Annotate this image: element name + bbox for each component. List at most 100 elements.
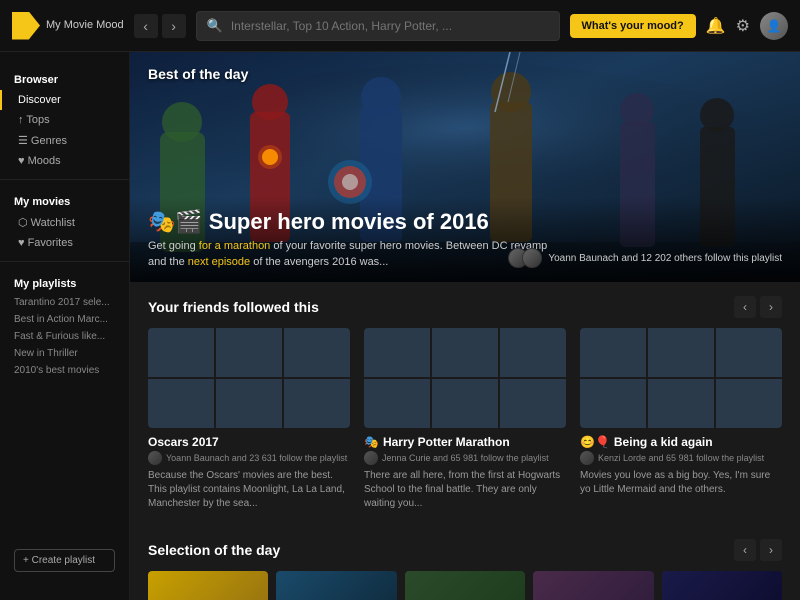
oscars-thumb-2 xyxy=(216,328,282,377)
movie-thumb-1[interactable] xyxy=(148,571,268,600)
sidebar-item-tops[interactable]: ↑ Tops xyxy=(0,110,129,130)
movie-thumb-5[interactable] xyxy=(662,571,782,600)
hero-title-text: Super hero movies of 2016 xyxy=(209,209,489,235)
discover-label: Discover xyxy=(18,94,61,106)
selection-nav-prev[interactable]: ‹ xyxy=(734,539,756,561)
kid-follower-avatar xyxy=(580,451,594,465)
friends-nav-next[interactable]: › xyxy=(760,296,782,318)
playlist-card-kid[interactable]: 😊🎈 Being a kid again Kenzi Lorde and 65 … xyxy=(580,328,782,511)
oscars-thumb-5 xyxy=(216,379,282,428)
hero-content: 🎭🎬 Super hero movies of 2016 Get going f… xyxy=(130,197,800,282)
playlist-item-5[interactable]: 2010's best movies xyxy=(0,362,129,379)
tops-label: ↑ Tops xyxy=(18,114,50,126)
oscars-follower-avatar xyxy=(148,451,162,465)
hp-followers: Jenna Curie and 65 981 follow the playli… xyxy=(364,451,566,465)
search-input[interactable] xyxy=(231,19,549,33)
hp-thumb-4 xyxy=(364,379,430,428)
oscars-thumb-1 xyxy=(148,328,214,377)
playlist-item-2[interactable]: Best in Action Marc... xyxy=(0,311,129,328)
logo-icon xyxy=(12,12,40,40)
bell-icon[interactable]: 🔔 xyxy=(706,16,726,36)
selection-section-header: Selection of the day ‹ › xyxy=(148,539,782,561)
friends-section: Your friends followed this ‹ › xyxy=(130,282,800,511)
gear-icon[interactable]: ⚙ xyxy=(736,16,750,36)
oscars-images xyxy=(148,328,350,428)
topbar: My Movie Mood ‹ › 🔍 What's your mood? 🔔 … xyxy=(0,0,800,52)
playlist-card-harry-potter[interactable]: 🎭 Harry Potter Marathon Jenna Curie and … xyxy=(364,328,566,511)
follower-text: Yoann Baunach and 12 202 others follow t… xyxy=(548,253,782,264)
hero-description: Get going for a marathon of your favorit… xyxy=(148,239,568,270)
sidebar-item-discover[interactable]: Discover xyxy=(0,90,129,110)
selection-row xyxy=(148,571,782,600)
my-playlists-section-title: My playlists xyxy=(0,270,129,294)
main-layout: Browser Discover ↑ Tops ☰ Genres ♥ Moods… xyxy=(0,52,800,600)
forward-button[interactable]: › xyxy=(162,14,186,38)
kid-thumb-4 xyxy=(580,379,646,428)
search-icon: 🔍 xyxy=(207,18,223,34)
logo-area: My Movie Mood xyxy=(12,12,124,40)
oscars-description: Because the Oscars' movies are the best.… xyxy=(148,469,350,511)
sidebar-item-genres[interactable]: ☰ Genres xyxy=(0,130,129,151)
hero-section-label: Best of the day xyxy=(148,66,248,82)
kid-thumb-5 xyxy=(648,379,714,428)
hp-thumb-1 xyxy=(364,328,430,377)
sidebar-divider-2 xyxy=(0,261,129,262)
movie-thumb-2[interactable] xyxy=(276,571,396,600)
selection-nav-next[interactable]: › xyxy=(760,539,782,561)
topbar-icons: 🔔 ⚙ 👤 xyxy=(706,12,788,40)
hp-thumb-3 xyxy=(500,328,566,377)
selection-nav: ‹ › xyxy=(734,539,782,561)
hp-thumb-6 xyxy=(500,379,566,428)
nav-arrows: ‹ › xyxy=(134,14,186,38)
playlist-item-3[interactable]: Fast & Furious like... xyxy=(0,328,129,345)
create-playlist-button[interactable]: + Create playlist xyxy=(14,549,115,572)
sidebar-item-watchlist[interactable]: ⬡ Watchlist xyxy=(0,212,129,233)
moods-label: ♥ Moods xyxy=(18,155,61,167)
oscars-followers: Yoann Baunach and 23 631 follow the play… xyxy=(148,451,350,465)
friends-nav-prev[interactable]: ‹ xyxy=(734,296,756,318)
mood-button[interactable]: What's your mood? xyxy=(570,14,696,38)
my-movies-section-title: My movies xyxy=(0,188,129,212)
kid-thumb-3 xyxy=(716,328,782,377)
hero-followers: Yoann Baunach and 12 202 others follow t… xyxy=(508,248,782,268)
browser-section-title: Browser xyxy=(0,66,129,90)
selection-section-title: Selection of the day xyxy=(148,542,280,558)
hero-section: Best of the day 🎭🎬 Super hero movies of … xyxy=(130,52,800,282)
kid-images xyxy=(580,328,782,428)
kid-thumb-2 xyxy=(648,328,714,377)
movie-thumb-3[interactable] xyxy=(405,571,525,600)
oscars-thumb-4 xyxy=(148,379,214,428)
playlist-grid: Oscars 2017 Yoann Baunach and 23 631 fol… xyxy=(148,328,782,511)
playlist-card-oscars[interactable]: Oscars 2017 Yoann Baunach and 23 631 fol… xyxy=(148,328,350,511)
follower-avatars xyxy=(508,248,542,268)
follower-avatar-2 xyxy=(522,248,542,268)
back-button[interactable]: ‹ xyxy=(134,14,158,38)
movie-thumb-4[interactable] xyxy=(533,571,653,600)
friends-nav: ‹ › xyxy=(734,296,782,318)
kid-followers: Kenzi Lorde and 65 981 follow the playli… xyxy=(580,451,782,465)
oscars-title: Oscars 2017 xyxy=(148,435,350,449)
hp-images xyxy=(364,328,566,428)
content-area: Best of the day 🎭🎬 Super hero movies of … xyxy=(130,52,800,600)
search-bar: 🔍 xyxy=(196,11,560,41)
genres-label: ☰ Genres xyxy=(18,134,67,147)
oscars-thumb-6 xyxy=(284,379,350,428)
avatar[interactable]: 👤 xyxy=(760,12,788,40)
hp-title: 🎭 Harry Potter Marathon xyxy=(364,435,566,449)
sidebar-item-favorites[interactable]: ♥ Favorites xyxy=(0,233,129,253)
kid-title: 😊🎈 Being a kid again xyxy=(580,435,782,449)
hero-emoji: 🎭🎬 xyxy=(148,209,203,235)
favorites-label: ♥ Favorites xyxy=(18,237,73,249)
logo-text: My Movie Mood xyxy=(46,19,124,32)
kid-thumb-1 xyxy=(580,328,646,377)
watchlist-label: ⬡ Watchlist xyxy=(18,216,75,229)
kid-description: Movies you love as a big boy. Yes, I'm s… xyxy=(580,469,782,497)
hp-description: There are all here, from the first at Ho… xyxy=(364,469,566,511)
kid-thumb-6 xyxy=(716,379,782,428)
friends-section-header: Your friends followed this ‹ › xyxy=(148,296,782,318)
playlist-item-1[interactable]: Tarantino 2017 sele... xyxy=(0,294,129,311)
sidebar-item-moods[interactable]: ♥ Moods xyxy=(0,151,129,171)
friends-section-title: Your friends followed this xyxy=(148,299,319,315)
playlist-item-4[interactable]: New in Thriller xyxy=(0,345,129,362)
hp-follower-avatar xyxy=(364,451,378,465)
